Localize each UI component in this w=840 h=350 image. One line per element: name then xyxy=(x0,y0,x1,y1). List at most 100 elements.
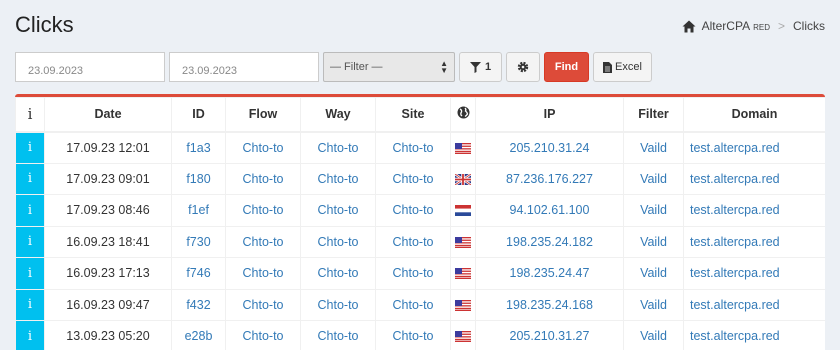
cell-filter-link[interactable]: Vaild xyxy=(623,162,684,195)
clicks-table-box: i Date ID Flow Way Site IP Filter Domain… xyxy=(15,94,825,350)
cell-way-link[interactable]: Chto-to xyxy=(300,162,376,195)
cell-flow-link[interactable]: Chto-to xyxy=(225,131,301,164)
filter-select-value: — Filter — xyxy=(330,61,383,73)
cell-id-link[interactable]: f1a3 xyxy=(171,131,226,164)
cell-flag xyxy=(450,162,476,195)
info-button[interactable]: i xyxy=(15,162,45,195)
cell-filter-link[interactable]: Vaild xyxy=(623,288,684,321)
info-button[interactable]: i xyxy=(15,131,45,164)
cell-flow-link[interactable]: Chto-to xyxy=(225,320,301,350)
cell-domain-link[interactable]: test.altercpa.red xyxy=(683,320,825,350)
cell-ip-link[interactable]: 94.102.61.100 xyxy=(475,194,624,227)
cell-way-link[interactable]: Chto-to xyxy=(300,131,376,164)
cell-flag xyxy=(450,288,476,321)
cell-domain-link[interactable]: test.altercpa.red xyxy=(683,194,825,227)
filter-select[interactable]: — Filter — ▲ ▼ xyxy=(323,52,455,82)
col-filter-header[interactable]: Filter xyxy=(623,97,684,133)
info-button[interactable]: i xyxy=(15,257,45,290)
excel-export-button[interactable]: Excel xyxy=(593,52,652,82)
cell-domain-link[interactable]: test.altercpa.red xyxy=(683,131,825,164)
cell-filter-link[interactable]: Vaild xyxy=(623,320,684,350)
cell-filter-link[interactable]: Vaild xyxy=(623,257,684,290)
cell-way-link[interactable]: Chto-to xyxy=(300,257,376,290)
breadcrumb-home-link[interactable]: AlterCPA RED xyxy=(702,19,770,33)
col-info-header: i xyxy=(15,97,45,133)
cell-domain-link[interactable]: test.altercpa.red xyxy=(683,225,825,258)
flag-nl-icon xyxy=(455,205,471,217)
col-date-header[interactable]: Date xyxy=(44,97,172,133)
cell-ip-link[interactable]: 198.235.24.47 xyxy=(475,257,624,290)
cell-ip-link[interactable]: 198.235.24.182 xyxy=(475,225,624,258)
cell-site-link[interactable]: Chto-to xyxy=(375,257,451,290)
table-row[interactable]: i 17.09.23 08:46 f1ef Chto-to Chto-to Chto-to… xyxy=(15,194,825,227)
cell-domain-link[interactable]: test.altercpa.red xyxy=(683,288,825,321)
col-flow-header[interactable]: Flow xyxy=(225,97,301,133)
filter-toggle-button[interactable]: 1 xyxy=(459,52,502,82)
cell-flag xyxy=(450,225,476,258)
cell-way-link[interactable]: Chto-to xyxy=(300,225,376,258)
page-title: Clicks xyxy=(15,12,74,37)
cell-date: 16.09.23 18:41 xyxy=(44,225,172,258)
cell-id-link[interactable]: f746 xyxy=(171,257,226,290)
funnel-icon xyxy=(469,61,481,73)
cell-ip-link[interactable]: 87.236.176.227 xyxy=(475,162,624,195)
cell-date: 16.09.23 17:13 xyxy=(44,257,172,290)
cell-domain-link[interactable]: test.altercpa.red xyxy=(683,162,825,195)
cell-ip-link[interactable]: 205.210.31.27 xyxy=(475,320,624,350)
info-button[interactable]: i xyxy=(15,194,45,227)
cell-id-link[interactable]: f432 xyxy=(171,288,226,321)
cell-flow-link[interactable]: Chto-to xyxy=(225,288,301,321)
cell-way-link[interactable]: Chto-to xyxy=(300,194,376,227)
flag-us-icon xyxy=(455,142,471,154)
table-row[interactable]: i 17.09.23 12:01 f1a3 Chto-to Chto-to Chto-to… xyxy=(15,131,825,164)
toolbar: 23.09.2023 23.09.2023 — Filter — ▲ ▼ 1 Fi… xyxy=(15,52,652,82)
table-row[interactable]: i 17.09.23 09:01 f180 Chto-to Chto-to Chto-to… xyxy=(15,162,825,195)
cell-site-link[interactable]: Chto-to xyxy=(375,320,451,350)
cell-id-link[interactable]: e28b xyxy=(171,320,226,350)
info-button[interactable]: i xyxy=(15,320,45,350)
table-row[interactable]: i 16.09.23 18:41 f730 Chto-to Chto-to Chto-to… xyxy=(15,225,825,258)
col-domain-header[interactable]: Domain xyxy=(683,97,825,133)
date-to-input[interactable]: 23.09.2023 xyxy=(169,52,319,82)
col-site-header[interactable]: Site xyxy=(375,97,451,133)
table-row[interactable]: i 13.09.23 05:20 e28b Chto-to Chto-to Chto-to… xyxy=(15,320,825,350)
col-way-header[interactable]: Way xyxy=(300,97,376,133)
cell-way-link[interactable]: Chto-to xyxy=(300,320,376,350)
breadcrumb-separator: > xyxy=(777,19,785,33)
cell-site-link[interactable]: Chto-to xyxy=(375,225,451,258)
cell-flow-link[interactable]: Chto-to xyxy=(225,194,301,227)
cell-filter-link[interactable]: Vaild xyxy=(623,194,684,227)
cell-id-link[interactable]: f730 xyxy=(171,225,226,258)
flag-gb-icon xyxy=(454,172,472,186)
cell-id-link[interactable]: f180 xyxy=(171,162,226,195)
clicks-table: i Date ID Flow Way Site IP Filter Domain… xyxy=(15,97,825,350)
cell-site-link[interactable]: Chto-to xyxy=(375,131,451,164)
cell-ip-link[interactable]: 205.210.31.24 xyxy=(475,131,624,164)
cell-flow-link[interactable]: Chto-to xyxy=(225,257,301,290)
info-button[interactable]: i xyxy=(15,225,45,258)
home-icon[interactable] xyxy=(682,20,696,33)
date-from-input[interactable]: 23.09.2023 xyxy=(15,52,165,82)
table-row[interactable]: i 16.09.23 17:13 f746 Chto-to Chto-to Chto-to… xyxy=(15,257,825,290)
cell-flag xyxy=(450,194,476,227)
cell-filter-link[interactable]: Vaild xyxy=(623,131,684,164)
cell-way-link[interactable]: Chto-to xyxy=(300,288,376,321)
cell-site-link[interactable]: Chto-to xyxy=(375,162,451,195)
cell-domain-link[interactable]: test.altercpa.red xyxy=(683,257,825,290)
info-button[interactable]: i xyxy=(15,288,45,321)
settings-button[interactable] xyxy=(506,52,540,82)
cell-filter-link[interactable]: Vaild xyxy=(623,225,684,258)
col-ip-header[interactable]: IP xyxy=(475,97,624,133)
cell-site-link[interactable]: Chto-to xyxy=(375,288,451,321)
cell-flow-link[interactable]: Chto-to xyxy=(225,162,301,195)
cell-id-link[interactable]: f1ef xyxy=(171,194,226,227)
table-row[interactable]: i 16.09.23 09:47 f432 Chto-to Chto-to Chto-to… xyxy=(15,288,825,321)
find-button[interactable]: Find xyxy=(544,52,589,82)
cell-flow-link[interactable]: Chto-to xyxy=(225,225,301,258)
cell-date: 13.09.23 05:20 xyxy=(44,320,172,350)
cell-site-link[interactable]: Chto-to xyxy=(375,194,451,227)
gear-icon xyxy=(517,61,529,73)
flag-us-icon xyxy=(455,299,471,311)
col-id-header[interactable]: ID xyxy=(171,97,226,133)
cell-ip-link[interactable]: 198.235.24.168 xyxy=(475,288,624,321)
